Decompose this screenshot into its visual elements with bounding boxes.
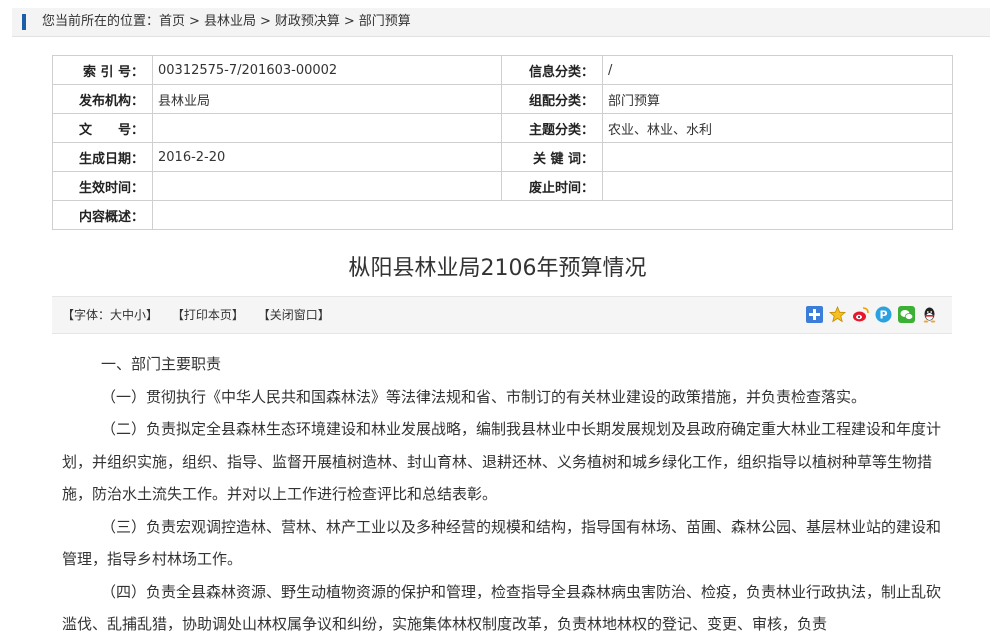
index-number-label: 索 引 号： bbox=[52, 55, 153, 85]
breadcrumb-marker bbox=[22, 14, 26, 30]
expiry-date-value bbox=[602, 171, 953, 201]
info-category-value: / bbox=[602, 55, 953, 85]
group-category-label: 组配分类： bbox=[501, 84, 603, 114]
document-number-label: 文 号： bbox=[52, 113, 153, 143]
svg-text:P: P bbox=[879, 309, 887, 322]
metadata-row: 生成日期： 2016-2-20 关 键 词： bbox=[52, 142, 953, 172]
metadata-row: 发布机构： 县林业局 组配分类： 部门预算 bbox=[52, 84, 953, 114]
article-body: 一、部门主要职责 （一）贯彻执行《中华人民共和国森林法》等法律法规和省、市制订的… bbox=[62, 348, 942, 641]
topic-category-label: 主题分类： bbox=[501, 113, 603, 143]
wechat-icon[interactable] bbox=[898, 306, 915, 323]
font-size-control[interactable]: 【字体：大中小】 bbox=[62, 308, 158, 322]
created-date-label: 生成日期： bbox=[52, 142, 153, 172]
info-category-label: 信息分类： bbox=[501, 55, 603, 85]
effective-date-value bbox=[152, 171, 502, 201]
effective-date-label: 生效时间： bbox=[52, 171, 153, 201]
publisher-label: 发布机构： bbox=[52, 84, 153, 114]
qq-icon[interactable] bbox=[921, 306, 938, 323]
breadcrumb-separator: > bbox=[343, 14, 355, 29]
breadcrumb-forestry-link[interactable]: 县林业局 bbox=[204, 14, 256, 29]
document-number-value bbox=[152, 113, 502, 143]
document-metadata-table: 索 引 号： 00312575-7/201603-00002 信息分类： / 发… bbox=[52, 55, 953, 230]
article-toolbar: 【字体：大中小】 【打印本页】 【关闭窗口】 P bbox=[52, 296, 952, 334]
summary-value bbox=[152, 200, 953, 230]
breadcrumb-prefix: 您当前所在的位置： bbox=[42, 14, 160, 29]
weibo-icon[interactable] bbox=[852, 306, 869, 323]
topic-category-value: 农业、林业、水利 bbox=[602, 113, 953, 143]
body-paragraph: （二）负责拟定全县森林生态环境建设和林业发展战略，编制我县林业中长期发展规划及县… bbox=[62, 420, 942, 503]
article-tools: 【字体：大中小】 【打印本页】 【关闭窗口】 bbox=[62, 297, 340, 333]
created-date-value: 2016-2-20 bbox=[152, 142, 502, 172]
page-title: 枞阳县林业局2106年预算情况 bbox=[348, 256, 647, 281]
print-page-button[interactable]: 【打印本页】 bbox=[172, 308, 244, 322]
summary-label: 内容概述： bbox=[52, 200, 153, 230]
close-window-button[interactable]: 【关闭窗口】 bbox=[258, 308, 330, 322]
pinterest-icon[interactable]: P bbox=[875, 306, 892, 323]
keywords-value bbox=[602, 142, 953, 172]
expiry-date-label: 废止时间： bbox=[501, 171, 603, 201]
breadcrumb-separator: > bbox=[259, 14, 271, 29]
body-paragraph: （一）贯彻执行《中华人民共和国森林法》等法律法规和省、市制订的有关林业建设的政策… bbox=[101, 387, 867, 406]
breadcrumb-separator: > bbox=[189, 14, 200, 29]
publisher-value: 县林业局 bbox=[152, 84, 502, 114]
keywords-label: 关 键 词： bbox=[501, 142, 603, 172]
breadcrumb-bar: 您当前所在的位置：首页 > 县林业局 > 财政预决算 > 部门预算 bbox=[12, 8, 990, 37]
section-heading: 一、部门主要职责 bbox=[101, 355, 222, 373]
metadata-row: 文 号： 主题分类： 农业、林业、水利 bbox=[52, 113, 953, 143]
breadcrumb-finance-link[interactable]: 财政预决算 bbox=[275, 14, 340, 29]
group-category-value: 部门预算 bbox=[602, 84, 953, 114]
share-buttons: P bbox=[806, 306, 938, 323]
metadata-row: 内容概述： bbox=[52, 200, 953, 230]
index-number-value: 00312575-7/201603-00002 bbox=[152, 55, 502, 85]
body-paragraph: （三）负责宏观调控造林、营林、林产工业以及多种经营的规模和结构，指导国有林场、苗… bbox=[62, 517, 942, 569]
star-favorite-icon[interactable] bbox=[829, 306, 846, 323]
metadata-row: 生效时间： 废止时间： bbox=[52, 171, 953, 201]
breadcrumb-home-link[interactable]: 首页 bbox=[159, 14, 185, 29]
metadata-row: 索 引 号： 00312575-7/201603-00002 信息分类： / bbox=[52, 55, 953, 85]
body-paragraph: （四）负责全县森林资源、野生动植物资源的保护和管理，检查指导全县森林病虫害防治、… bbox=[62, 582, 942, 634]
breadcrumb-budget-link[interactable]: 部门预算 bbox=[359, 14, 411, 29]
plus-share-icon[interactable] bbox=[806, 306, 823, 323]
breadcrumb: 您当前所在的位置：首页 > 县林业局 > 财政预决算 > 部门预算 bbox=[42, 8, 411, 36]
